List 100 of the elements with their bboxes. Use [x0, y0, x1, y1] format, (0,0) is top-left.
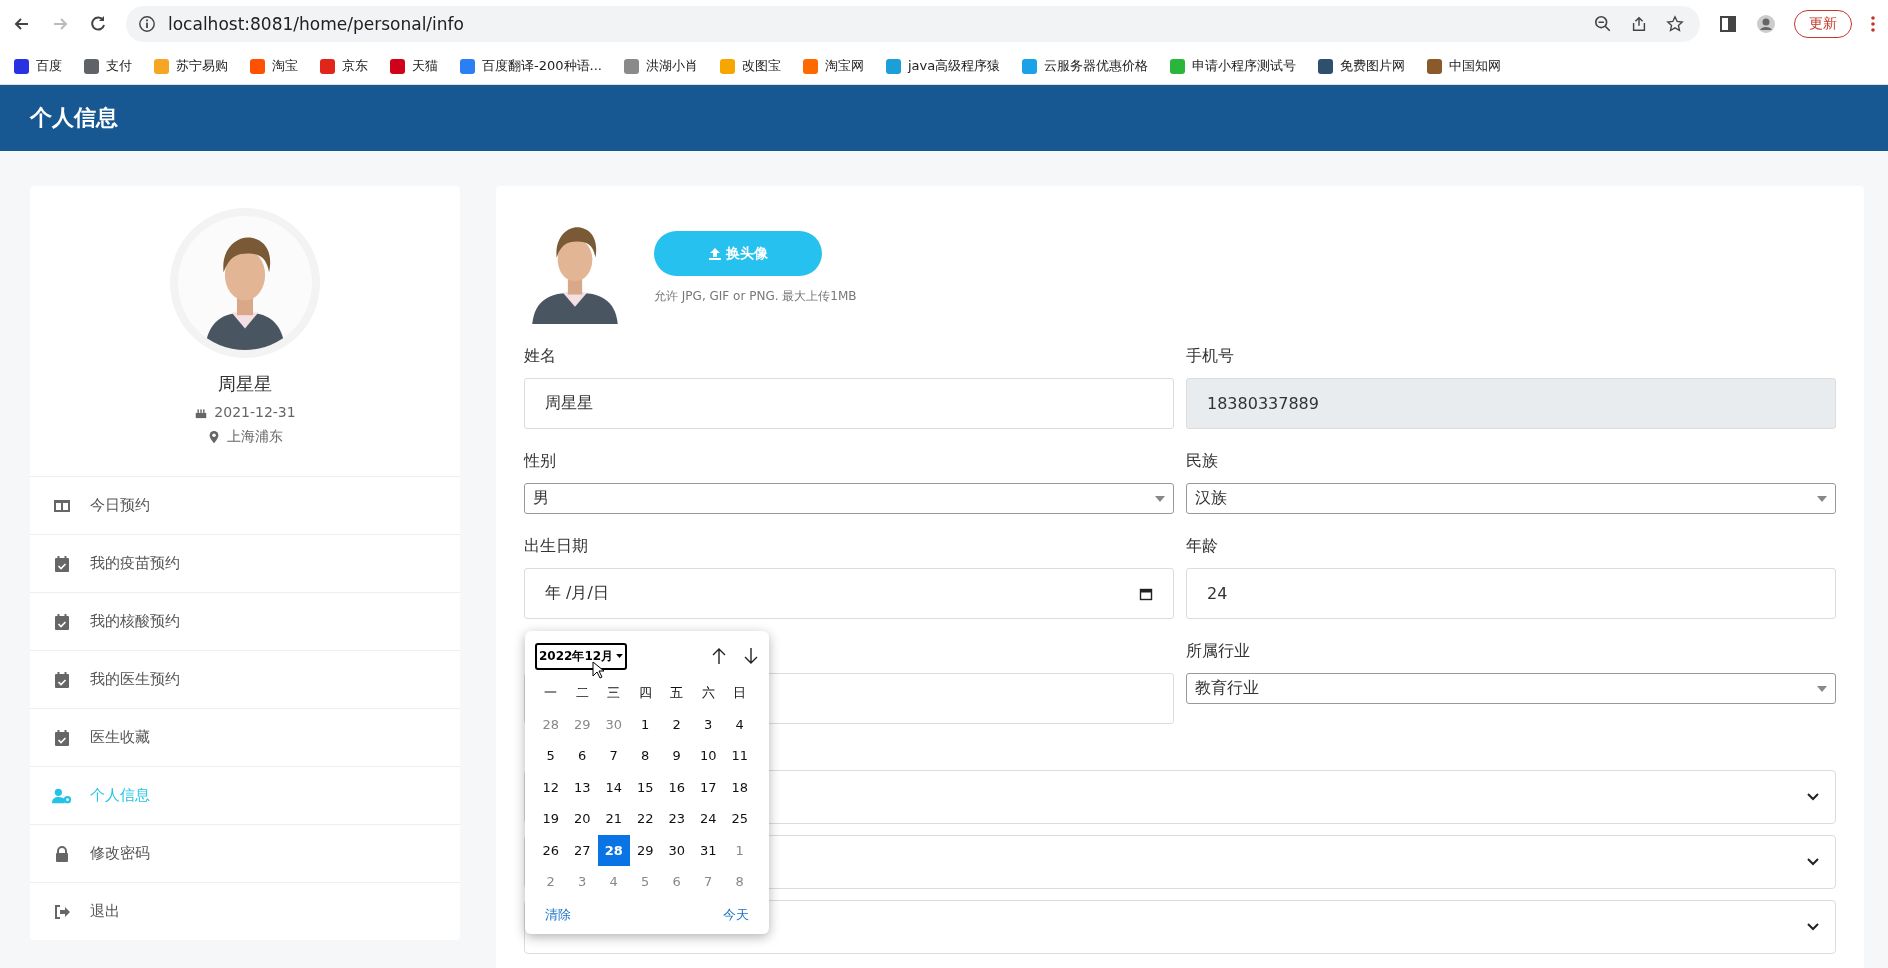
- location-text: 上海浦东: [227, 428, 283, 446]
- bookmark-link[interactable]: 支付: [106, 57, 132, 75]
- input-field[interactable]: 周星星: [524, 378, 1174, 429]
- caret-icon: [1817, 685, 1827, 692]
- calendar-day[interactable]: 19: [535, 803, 567, 835]
- calendar-day[interactable]: 1: [724, 834, 756, 866]
- info-icon[interactable]: [138, 15, 156, 33]
- side-panel-icon[interactable]: [1718, 14, 1738, 34]
- calendar-day[interactable]: 27: [566, 834, 598, 866]
- bookmark-link[interactable]: 申请小程序测试号: [1192, 57, 1297, 75]
- bookmark-link[interactable]: 云服务器优惠价格: [1044, 57, 1149, 75]
- date-field[interactable]: 年 /月/日: [524, 568, 1174, 619]
- page-title: 个人信息: [30, 104, 118, 132]
- calendar-day[interactable]: 3: [566, 866, 598, 898]
- zoom-out-icon[interactable]: [1594, 15, 1612, 33]
- field-label: 年龄: [1186, 536, 1219, 557]
- bookmark-icon[interactable]: [1318, 58, 1334, 74]
- bookmark-link[interactable]: 淘宝网: [824, 57, 864, 75]
- calendar-day[interactable]: 20: [566, 803, 598, 835]
- profile-icon[interactable]: [1756, 14, 1776, 34]
- calendar-day[interactable]: 30: [661, 834, 693, 866]
- bookmark-icon[interactable]: [84, 58, 99, 74]
- bookmark-link[interactable]: 京东: [342, 57, 368, 75]
- calendar-day[interactable]: 8: [724, 866, 756, 898]
- calendar-day[interactable]: 23: [661, 803, 693, 835]
- weekday-label: 四: [637, 683, 653, 702]
- calendar-day[interactable]: 2: [535, 866, 567, 898]
- calendar-day[interactable]: 1: [629, 708, 661, 740]
- calendar-day[interactable]: 11: [724, 740, 756, 772]
- calendar-day[interactable]: 15: [629, 771, 661, 803]
- bookmark-icon[interactable]: [320, 58, 335, 74]
- sidebar-item[interactable]: 今日预约: [30, 477, 460, 535]
- sidebar-item[interactable]: 我的疫苗预约: [30, 535, 460, 593]
- bookmark-icon[interactable]: [460, 58, 475, 74]
- calendar-day[interactable]: 28: [535, 708, 567, 740]
- bookmark-link[interactable]: 淘宝: [272, 57, 298, 75]
- field-label: 姓名: [524, 346, 557, 367]
- address-bar[interactable]: localhost:8081/home/personal/info: [126, 6, 1700, 42]
- calendar-day[interactable]: 31: [692, 834, 724, 866]
- bookmark-icon[interactable]: [390, 58, 405, 74]
- arrow-up-icon[interactable]: [711, 647, 727, 665]
- weekday-label: 二: [574, 683, 590, 702]
- calendar-day[interactable]: 21: [598, 803, 630, 835]
- calendar-day[interactable]: 2: [661, 708, 693, 740]
- select-field[interactable]: 男: [524, 483, 1174, 514]
- input-field[interactable]: 24: [1186, 568, 1836, 619]
- select-field[interactable]: [524, 900, 1836, 954]
- calendar-day[interactable]: 26: [535, 834, 567, 866]
- calendar-day[interactable]: 6: [566, 740, 598, 772]
- calendar-day[interactable]: 17: [692, 771, 724, 803]
- bookmark-link[interactable]: 百度: [36, 57, 62, 75]
- sidebar-item[interactable]: 我的医生预约: [30, 651, 460, 709]
- calendar-day[interactable]: 22: [629, 803, 661, 835]
- calendar-day[interactable]: 7: [598, 740, 630, 772]
- bookmark-link[interactable]: 免费图片网: [1340, 57, 1406, 75]
- calendar-day[interactable]: 10: [692, 740, 724, 772]
- sidebar-item[interactable]: 我的核酸预约: [30, 593, 460, 651]
- calendar-day[interactable]: 18: [724, 771, 756, 803]
- star-icon[interactable]: [1666, 15, 1684, 33]
- bookmark-link[interactable]: 百度翻译-200种语...: [482, 57, 602, 75]
- bookmark-icon[interactable]: [14, 58, 29, 74]
- reload-icon[interactable]: [88, 14, 108, 34]
- month-dropdown[interactable]: 2022年12月: [535, 642, 628, 670]
- calendar-day[interactable]: 24: [692, 803, 724, 835]
- calendar-day[interactable]: 16: [661, 771, 693, 803]
- calendar-day[interactable]: 14: [598, 771, 630, 803]
- calendar-day[interactable]: 5: [629, 866, 661, 898]
- arrow-down-icon[interactable]: [743, 647, 759, 665]
- calendar-day[interactable]: 12: [535, 771, 567, 803]
- calendar-day[interactable]: 9: [661, 740, 693, 772]
- bookmark-link[interactable]: 中国知网: [1449, 57, 1502, 75]
- calendar-day[interactable]: 28: [598, 834, 630, 866]
- calendar-day[interactable]: 8: [629, 740, 661, 772]
- calendar-day[interactable]: 4: [598, 866, 630, 898]
- bookmark-icon[interactable]: [1427, 58, 1443, 74]
- calendar-day[interactable]: 29: [566, 708, 598, 740]
- calendar-day[interactable]: 7: [692, 866, 724, 898]
- calendar-day[interactable]: 3: [692, 708, 724, 740]
- bookmark-link[interactable]: 苏宁易购: [176, 57, 228, 75]
- select-field[interactable]: 教育行业: [1186, 673, 1836, 704]
- share-icon[interactable]: [1630, 15, 1648, 33]
- menu-icon[interactable]: [1870, 14, 1876, 34]
- clear-link[interactable]: 清除: [545, 905, 571, 924]
- sidebar-item[interactable]: 退出: [30, 883, 460, 940]
- calendar-day[interactable]: 5: [535, 740, 567, 772]
- calendar-day[interactable]: 30: [598, 708, 630, 740]
- calendar-day[interactable]: 29: [629, 834, 661, 866]
- today-link[interactable]: 今天: [723, 905, 749, 924]
- bookmark-link[interactable]: 天猫: [412, 57, 438, 75]
- update-button[interactable]: 更新: [1794, 10, 1852, 38]
- calendar-day[interactable]: 6: [661, 866, 693, 898]
- bookmark-link[interactable]: java高级程序猿: [907, 57, 1001, 75]
- sidebar-item[interactable]: 修改密码: [30, 825, 460, 883]
- bookmark-link[interactable]: 洪湖小肖: [645, 57, 698, 75]
- bookmark-link[interactable]: 改图宝: [741, 57, 781, 75]
- sidebar-item[interactable]: 医生收藏: [30, 709, 460, 767]
- calendar-day[interactable]: 4: [724, 708, 756, 740]
- calendar-day[interactable]: 13: [566, 771, 598, 803]
- calendar-day[interactable]: 25: [724, 803, 756, 835]
- select-field[interactable]: 汉族: [1186, 483, 1836, 514]
